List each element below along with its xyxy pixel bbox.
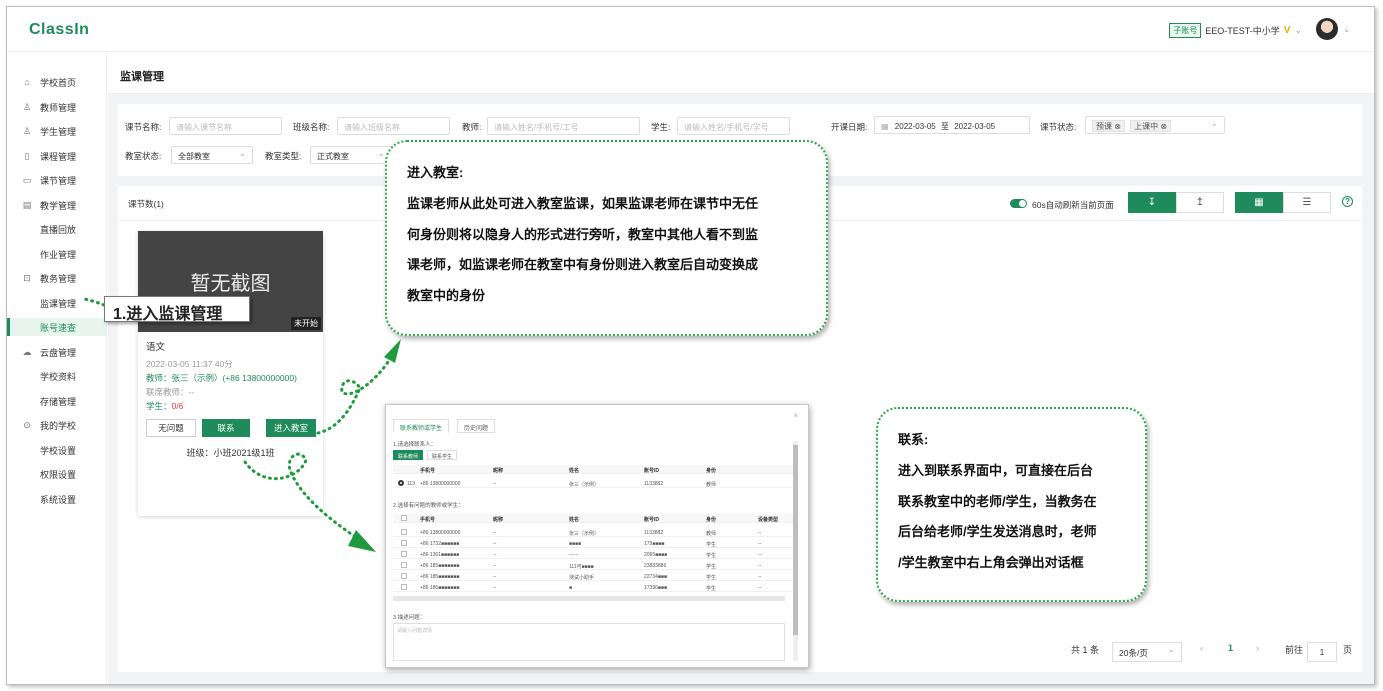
subtab-contact-student[interactable]: 联系学生 — [427, 450, 458, 460]
contact-arrowhead — [348, 530, 376, 552]
close-icon[interactable]: × — [793, 411, 798, 420]
enter-callout-title: 进入教室: — [407, 165, 464, 180]
table-header: 手机号 昵称 姓名 账号ID 身份 设备类型 — [393, 514, 793, 523]
enter-callout-body: 监课老师从此处可进入教室监课，如果监课老师在课节中无任 何身份则将以隐身人的形式… — [407, 196, 759, 303]
vertical-scrollbar-thumb[interactable] — [793, 445, 798, 635]
issue-table: 手机号 昵称 姓名 账号ID 身份 设备类型 +86 13800000000 --… — [393, 514, 793, 602]
subtab-contact-teacher[interactable]: 联系教师 — [393, 450, 424, 460]
contact-callout: 联系: 进入到联系界面中，可直接在后台 联系教室中的老师/学生，当教务在 后台给… — [876, 407, 1147, 602]
contact-callout-body: 进入到联系界面中，可直接在后台 联系教室中的老师/学生，当教务在 后台给老师/学… — [898, 463, 1097, 570]
table-row[interactable]: +86 186■■■■■■■ -- ■ 17396■■■ 学生 -- — [393, 583, 793, 592]
table-row[interactable]: +86 185■■■■■■■ -- 111可■■■■ 23883886 学生 -- — [393, 561, 793, 570]
contact-table: 手机号 昵称 姓名 账号ID 身份 113 +86 13800000000 --… — [393, 465, 793, 489]
tab-contact[interactable]: 联系教师或学生 — [393, 419, 450, 433]
contact-callout-title: 联系: — [898, 432, 929, 447]
issue-description-textarea[interactable]: 请输入问题详情 — [393, 623, 785, 661]
contact-arrow — [243, 452, 362, 542]
select-all-checkbox[interactable] — [401, 515, 407, 521]
row-checkbox[interactable] — [401, 529, 407, 535]
table-row[interactable]: +86 185■■■■■■■ -- 测试小助手 22734■■■ 学生 -- — [393, 572, 793, 581]
row-checkbox[interactable] — [401, 584, 407, 590]
table-row[interactable]: 113 +86 13800000000 -- 张三（示例） 1133882 教师 — [393, 479, 793, 488]
table-row[interactable]: +86 1732■■■■■■ -- ■■■■ 179■■■■ 学生 -- — [393, 539, 793, 548]
table-row[interactable]: +86 13800000000 -- 张三（示例） 1133882 教师 -- — [393, 528, 793, 537]
describe-issue-label: 3.描述问题： — [393, 615, 426, 621]
table-row[interactable]: +86 1361■■■■■■ -- ------ 2065■■■■ 学生 -- — [393, 550, 793, 559]
row-checkbox[interactable] — [401, 540, 407, 546]
row-checkbox[interactable] — [401, 562, 407, 568]
tab-history[interactable]: 历史问题 — [457, 419, 496, 433]
select-issue-label: 2.选择有问题的教师或学生： — [393, 503, 464, 509]
horizontal-scrollbar[interactable] — [393, 596, 785, 601]
step1-callout: 1.进入监课管理 — [104, 296, 250, 323]
table-header: 手机号 昵称 姓名 账号ID 身份 — [393, 465, 793, 474]
enter-arrow — [316, 350, 396, 435]
step1-arrow — [82, 297, 106, 307]
row-checkbox[interactable] — [401, 551, 407, 557]
enter-arrowhead — [384, 339, 401, 363]
row-checkbox[interactable] — [401, 573, 407, 579]
enter-classroom-callout: 进入教室: 监课老师从此处可进入教室监课，如果监课老师在课节中无任 何身份则将以… — [385, 140, 828, 336]
select-contact-label: 1.请选择联系人： — [393, 442, 437, 448]
contact-dialog: 联系教师或学生 历史问题 × 1.请选择联系人： 联系教师 联系学生 手机号 昵… — [385, 404, 809, 668]
select-radio[interactable] — [398, 480, 404, 486]
